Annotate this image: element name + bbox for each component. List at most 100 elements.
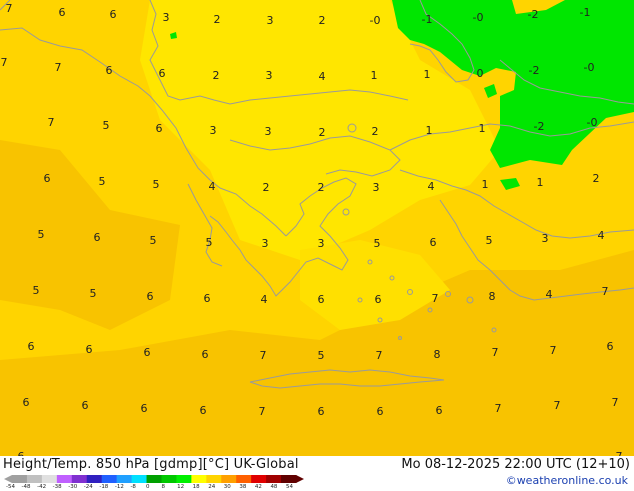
temperature-label: 7 [6,2,13,15]
temperature-label: 6 [159,67,166,80]
temperature-label: -1 [422,13,433,26]
temperature-label: 6 [204,292,211,305]
temperature-label: 5 [90,287,97,300]
temperature-label: 0 [477,67,484,80]
temperature-label: -0 [587,116,598,129]
temperature-label: 6 [202,348,209,361]
color-scale-tick: 38 [239,484,247,490]
color-scale-segment [56,475,73,483]
temperature-label: 5 [318,349,325,362]
temperature-label: 1 [424,68,431,81]
temperature-label: 2 [318,181,325,194]
temperature-label: 1 [426,124,433,137]
color-scale-segment [236,475,252,483]
temperature-label: 5 [38,228,45,241]
color-scale-segment [176,475,192,483]
temperature-label: 3 [265,125,272,138]
color-scale-segment [12,475,28,483]
temperature-label: 1 [482,178,489,191]
temperature-label: 5 [103,119,110,132]
temperature-label: 6 [110,8,117,21]
temperature-label: 7 [260,349,267,362]
color-scale-tick: -24 [83,484,93,490]
temperature-label: 2 [593,172,600,185]
temperature-label: 7 [432,292,439,305]
color-scale-tick: -38 [52,484,62,490]
color-scale-tick: -8 [130,484,136,490]
temperature-label: 6 [59,6,66,19]
color-scale-segment [146,475,162,483]
color-scale-tick: -48 [21,484,31,490]
temperature-label: -0 [370,14,381,27]
temperature-label: 3 [542,232,549,245]
temperature-label: -0 [584,61,595,74]
temperature-label: 6 [377,405,384,418]
temperature-label: 4 [319,70,326,83]
temperature-label: 7 [550,344,557,357]
temperature-label: 6 [147,290,154,303]
temperature-label: 7 [1,56,8,69]
temperature-label: 5 [153,178,160,191]
color-scale-segment [221,475,237,483]
temperature-label: 6 [23,396,30,409]
temperature-label: 2 [214,13,221,26]
color-scale-tick: 24 [208,484,216,490]
temperature-label: 6 [430,236,437,249]
color-scale-ticks: -54 -48 -42 -38 -30 -24 -18 -12 -8 0 8 12 18 24 30 38 42… [6,484,306,491]
temperature-label: 7 [495,402,502,415]
temperature-label: 3 [318,237,325,250]
color-scale-tick: 54 [286,484,293,490]
color-scale-segment [206,475,222,483]
temperature-label: 6 [141,402,148,415]
temperature-label: -1 [580,6,591,19]
credit-link[interactable]: ©weatheronline.co.uk [506,474,628,487]
color-scale-segment [161,475,177,483]
temperature-label: 2 [319,126,326,139]
color-scale-tick: -54 [6,484,15,490]
color-scale-tick: 8 [161,484,166,490]
temperature-map: 7 6 6 3 2 3 2 -0 -1 -0 -2 -1 7 7 6 6 2 3 4 1 1 0 -2 -0 7 5 6 3 3 2 2 1 1… [0,0,634,456]
temperature-label: 7 [602,285,609,298]
color-scale-tick: -42 [37,484,47,490]
color-scale-segment [281,475,297,483]
temperature-label: -2 [529,64,540,77]
temperature-label: 4 [428,180,435,193]
temperature-label: -0 [473,11,484,24]
color-scale-segment [86,475,103,483]
color-scale-segment [191,475,207,483]
temperature-label: 8 [434,348,441,361]
color-scale-right-arrow [296,475,304,483]
color-scale-tick: 18 [192,484,200,490]
temperature-label: 6 [44,172,51,185]
map-title: Height/Temp. 850 hPa [gdmp][°C] UK-Globa… [3,457,299,472]
color-scale-segment [116,475,133,483]
temperature-label: 6 [318,405,325,418]
temperature-label: 6 [144,346,151,359]
temperature-label: 6 [94,231,101,244]
temperature-label: 8 [489,290,496,303]
temperature-label: 6 [156,122,163,135]
color-scale-tick: 12 [177,484,185,490]
color-scale-segment [266,475,282,483]
temperature-label: -2 [534,120,545,133]
temperature-label: 3 [262,237,269,250]
temperature-label: 6 [106,64,113,77]
temperature-label: 5 [486,234,493,247]
temperature-label: 7 [612,396,619,409]
temperature-label: 2 [213,69,220,82]
temperature-label: 6 [375,293,382,306]
temperature-label: 6 [318,293,325,306]
color-scale-segment [71,475,88,483]
temperature-label: 7 [259,405,266,418]
temperature-label: 4 [261,293,268,306]
color-scale-tick: 30 [223,484,231,490]
temperature-label: 4 [209,180,216,193]
color-scale-segment [101,475,118,483]
temperature-label: 4 [546,288,553,301]
temperature-label: 7 [554,399,561,412]
temperature-label: 7 [492,346,499,359]
temperature-label: 6 [200,404,207,417]
temperature-label: 5 [150,234,157,247]
color-scale-bar [4,475,304,483]
color-scale-tick: -18 [99,484,109,490]
